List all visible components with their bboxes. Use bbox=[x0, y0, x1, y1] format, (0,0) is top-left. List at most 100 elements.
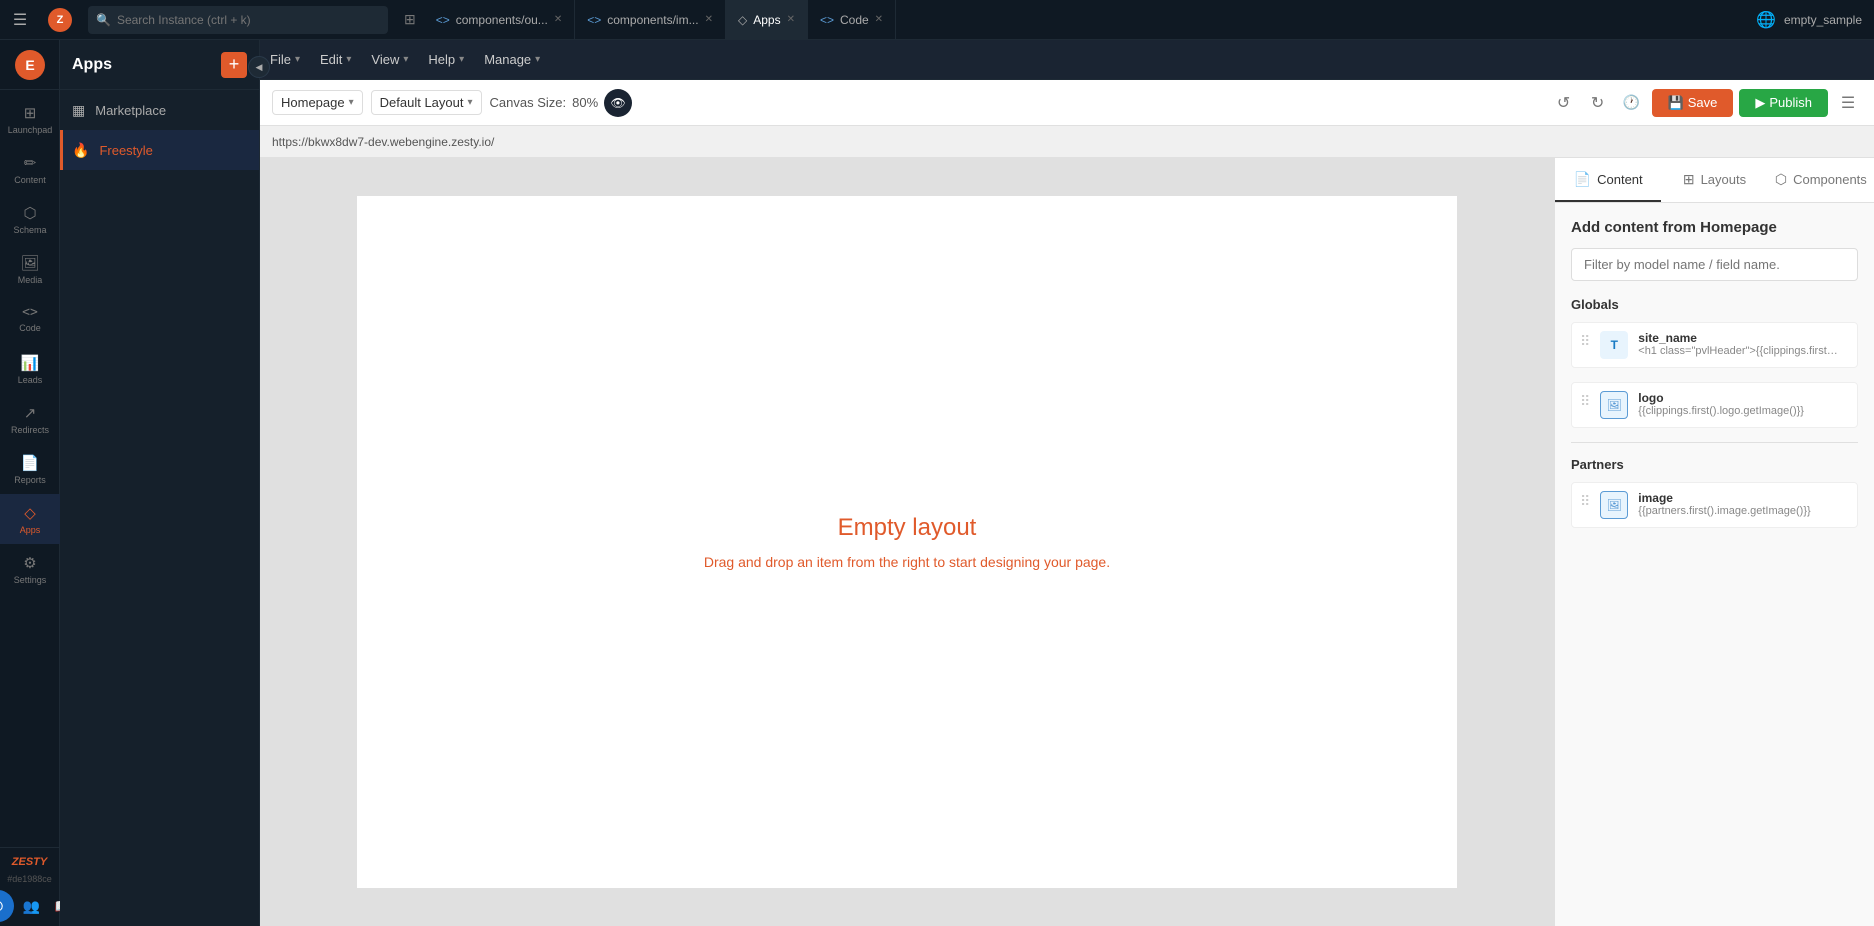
sidebar-item-label: Media bbox=[18, 275, 43, 285]
sidebar-item-redirects[interactable]: ↗ Redirects bbox=[0, 394, 60, 444]
canvas-content: Empty layout Drag and drop an item from … bbox=[357, 196, 1457, 887]
sidebar-item-apps[interactable]: ◇ Apps bbox=[0, 494, 60, 544]
canvas-area: Empty layout Drag and drop an item from … bbox=[260, 158, 1554, 926]
sidebar-item-launchpad[interactable]: ⊞ Launchpad bbox=[0, 94, 60, 144]
view-menu-arrow: ▾ bbox=[403, 54, 408, 65]
code-icon-2: <> bbox=[587, 13, 601, 27]
undo-button[interactable]: ↺ bbox=[1550, 89, 1578, 117]
search-input[interactable] bbox=[117, 13, 380, 27]
drag-handle-icon-2[interactable]: ⠿ bbox=[1580, 393, 1590, 410]
overflow-menu-button[interactable]: ☰ bbox=[1834, 89, 1862, 117]
tab-apps[interactable]: ◇ Apps ✕ bbox=[726, 0, 808, 40]
sidebar-item-reports[interactable]: 📄 Reports bbox=[0, 444, 60, 494]
tabs-bar: <> components/ou... ✕ <> components/im..… bbox=[424, 0, 1756, 40]
right-panel-tab-content[interactable]: 📄 Content bbox=[1555, 158, 1661, 202]
field-value-label-2: {{clippings.first().logo.getImage()}} bbox=[1638, 405, 1838, 417]
tab-close-icon-2[interactable]: ✕ bbox=[705, 14, 713, 25]
sidebar-item-settings[interactable]: ⚙ Settings bbox=[0, 544, 60, 594]
help-menu[interactable]: Help ▾ bbox=[418, 40, 474, 80]
sidebar-item-label: Settings bbox=[14, 575, 47, 585]
apps-panel: Apps + ▦ Marketplace 🔥 Freestyle ◀ bbox=[60, 40, 260, 926]
field-name-label-2: logo bbox=[1638, 391, 1849, 405]
sidebar-item-code[interactable]: <> Code bbox=[0, 294, 60, 344]
tab-close-icon-3[interactable]: ✕ bbox=[787, 14, 795, 25]
user-profile[interactable]: E bbox=[0, 40, 60, 90]
layouts-tab-label: Layouts bbox=[1701, 172, 1747, 187]
settings-icon: ⚙ bbox=[23, 554, 36, 572]
layout-dropdown[interactable]: Default Layout ▾ bbox=[371, 90, 482, 115]
tab-components-im[interactable]: <> components/im... ✕ bbox=[575, 0, 726, 40]
edit-menu-label: Edit bbox=[320, 52, 342, 67]
sidebar-item-label: Leads bbox=[18, 375, 43, 385]
save-history-button[interactable]: 🕐 bbox=[1618, 89, 1646, 117]
content-filter-input[interactable] bbox=[1571, 248, 1858, 281]
right-panel-section-title: Add content from Homepage bbox=[1571, 219, 1858, 236]
apps-add-button[interactable]: + bbox=[221, 52, 247, 78]
sidebar-item-leads[interactable]: 📊 Leads bbox=[0, 344, 60, 394]
field-info: site_name <h1 class="pvlHeader">{{clippi… bbox=[1638, 331, 1849, 357]
tab-close-icon[interactable]: ✕ bbox=[554, 14, 562, 25]
file-menu-arrow: ▾ bbox=[295, 54, 300, 65]
sidebar-item-schema[interactable]: ⬡ Schema bbox=[0, 194, 60, 244]
right-panel-content: Add content from Homepage Globals ⠿ T si… bbox=[1555, 203, 1874, 926]
empty-layout-subtitle: Drag and drop an item from the right to … bbox=[704, 554, 1110, 570]
users-icon[interactable]: 👥 bbox=[18, 892, 46, 920]
right-panel-tab-components[interactable]: ⬡ Components bbox=[1768, 158, 1874, 202]
globe-icon[interactable]: 🌐 bbox=[1756, 10, 1776, 30]
sidebar-item-label: Content bbox=[14, 175, 46, 185]
hamburger-menu-icon[interactable]: ☰ bbox=[0, 0, 40, 40]
content-icon: ✏ bbox=[24, 154, 37, 172]
view-menu-label: View bbox=[371, 52, 399, 67]
search-bar[interactable]: 🔍 bbox=[88, 6, 388, 34]
redo-button[interactable]: ↻ bbox=[1584, 89, 1612, 117]
filter-icon[interactable]: ⊞ bbox=[404, 11, 416, 28]
edit-menu[interactable]: Edit ▾ bbox=[310, 40, 361, 80]
right-panel: 📄 Content ⊞ Layouts ⬡ Components Add con… bbox=[1554, 158, 1874, 926]
sidebar-item-media[interactable]: 🖼 Media bbox=[0, 244, 60, 294]
search-icon: 🔍 bbox=[96, 13, 111, 27]
user-avatar: E bbox=[15, 50, 45, 80]
apps-item-label: Marketplace bbox=[95, 103, 166, 118]
apps-panel-nav: ▦ Marketplace 🔥 Freestyle bbox=[60, 90, 259, 170]
drag-handle-icon[interactable]: ⠿ bbox=[1580, 333, 1590, 350]
globals-field-logo: ⠿ 🖼 logo {{clippings.first().logo.getIma… bbox=[1571, 382, 1858, 428]
eye-toggle-button[interactable]: 👁 bbox=[604, 89, 632, 117]
panel-collapse-button[interactable]: ◀ bbox=[248, 56, 270, 78]
save-button[interactable]: 💾 Save bbox=[1652, 89, 1734, 117]
sidebar-item-label: Reports bbox=[14, 475, 46, 485]
sidebar-item-content[interactable]: ✏ Content bbox=[0, 144, 60, 194]
power-button[interactable]: ⏻ bbox=[0, 890, 14, 922]
homepage-dropdown[interactable]: Homepage ▾ bbox=[272, 90, 363, 115]
zesty-branding: ZESTY bbox=[4, 856, 55, 868]
components-tab-label: Components bbox=[1793, 172, 1867, 187]
diamond-icon: ◇ bbox=[738, 13, 747, 27]
drag-handle-icon-3[interactable]: ⠿ bbox=[1580, 493, 1590, 510]
field-value-label-3: {{partners.first().image.getImage()}} bbox=[1638, 505, 1838, 517]
tab-close-icon-4[interactable]: ✕ bbox=[875, 14, 883, 25]
freestyle-icon: 🔥 bbox=[72, 142, 89, 159]
view-menu[interactable]: View ▾ bbox=[361, 40, 418, 80]
manage-menu-arrow: ▾ bbox=[535, 54, 540, 65]
sidebar-item-label: Apps bbox=[20, 525, 41, 535]
tab-label: Apps bbox=[753, 13, 780, 27]
tab-label: Code bbox=[840, 13, 869, 27]
tab-code[interactable]: <> Code ✕ bbox=[808, 0, 896, 40]
layout-dropdown-arrow: ▾ bbox=[467, 97, 472, 108]
media-icon: 🖼 bbox=[20, 254, 39, 272]
help-menu-label: Help bbox=[428, 52, 455, 67]
apps-item-freestyle[interactable]: 🔥 Freestyle bbox=[60, 130, 259, 170]
content-tab-label: Content bbox=[1597, 172, 1643, 187]
canvas-size-value: 80% bbox=[572, 95, 598, 110]
apps-panel-header: Apps + bbox=[60, 40, 259, 90]
publish-button[interactable]: ▶ Publish bbox=[1739, 89, 1828, 117]
manage-menu[interactable]: Manage ▾ bbox=[474, 40, 550, 80]
tab-label: components/im... bbox=[607, 13, 698, 27]
homepage-dropdown-arrow: ▾ bbox=[349, 97, 354, 108]
main-layout: E ⊞ Launchpad ✏ Content ⬡ Schema 🖼 Media… bbox=[0, 40, 1874, 926]
save-icon: 💾 bbox=[1668, 95, 1684, 111]
apps-item-marketplace[interactable]: ▦ Marketplace bbox=[60, 90, 259, 130]
layouts-tab-icon: ⊞ bbox=[1683, 171, 1695, 188]
tab-components-ou[interactable]: <> components/ou... ✕ bbox=[424, 0, 575, 40]
right-panel-tab-layouts[interactable]: ⊞ Layouts bbox=[1661, 158, 1767, 202]
globals-section-label: Globals bbox=[1571, 297, 1858, 312]
